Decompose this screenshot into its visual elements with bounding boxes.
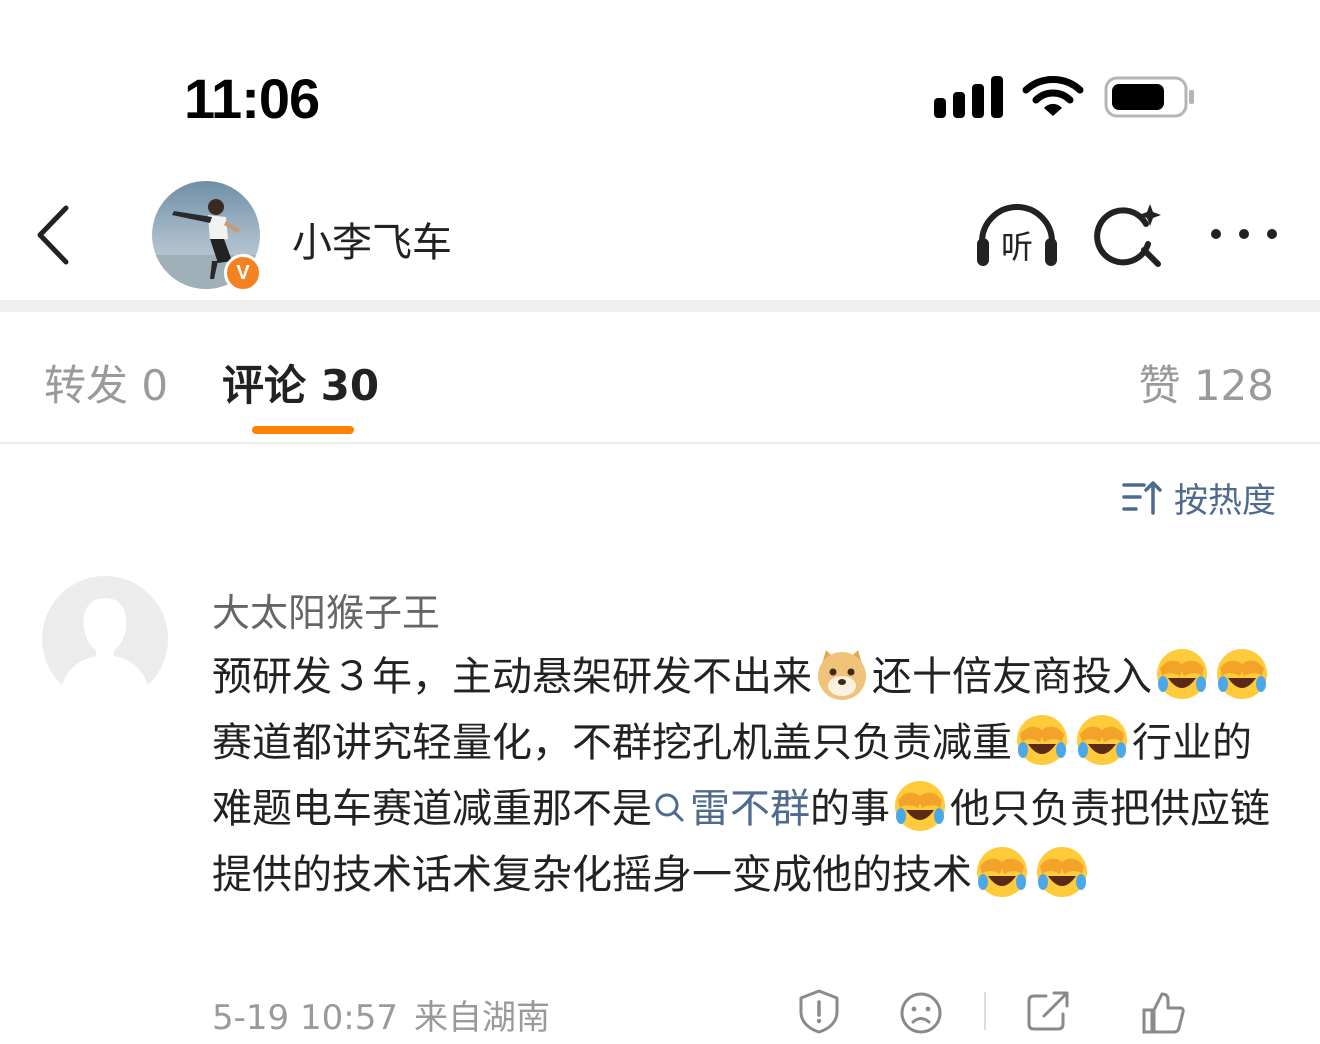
top-navigation: V 小李飞车 听 — [0, 170, 1320, 300]
topic-search-link[interactable]: 雷不群 — [652, 786, 810, 832]
search-ai-icon[interactable] — [1094, 200, 1166, 272]
comment-text: 预研发３年，主动悬架研发不出来 还十倍友商投入 赛道都讲究轻量化，不群挖孔机盖只… — [212, 644, 1272, 908]
like-icon[interactable] — [1140, 990, 1188, 1036]
section-divider — [0, 300, 1320, 312]
laugh-cry-emoji — [1017, 715, 1067, 765]
report-icon[interactable] — [796, 988, 842, 1034]
sort-icon — [1122, 481, 1162, 515]
tabs-divider — [0, 442, 1320, 444]
tab-comments-label: 评论 — [222, 361, 307, 410]
topic-search-link-text: 雷不群 — [690, 786, 810, 832]
sort-label: 按热度 — [1174, 480, 1276, 521]
doge-emoji — [818, 650, 866, 700]
laugh-cry-emoji — [1217, 649, 1267, 699]
status-bar: 11:06 — [0, 0, 1320, 150]
tab-likes-count: 128 — [1193, 361, 1274, 410]
tab-comments[interactable]: 评论 30 — [222, 352, 379, 413]
tab-comments-count: 30 — [320, 361, 380, 410]
action-divider — [984, 992, 986, 1030]
commenter-name[interactable]: 大太阳猴子王 — [212, 582, 440, 637]
default-avatar-icon — [58, 598, 152, 702]
tab-repost[interactable]: 转发 0 — [44, 352, 168, 413]
sort-by-hot-button[interactable]: 按热度 — [1122, 472, 1276, 522]
battery-icon — [1104, 76, 1194, 118]
active-tab-indicator — [252, 426, 354, 434]
tab-likes[interactable]: 赞 128 — [1138, 352, 1274, 413]
listen-icon[interactable]: 听 — [972, 198, 1062, 270]
comment-meta: 5-19 10:57 来自湖南 — [212, 990, 550, 1039]
laugh-cry-emoji — [977, 847, 1027, 897]
wifi-icon — [1022, 76, 1084, 116]
dislike-icon[interactable] — [898, 990, 944, 1036]
verified-badge: V — [224, 254, 262, 292]
comment-tabs: 转发 0 评论 30 赞 128 — [0, 312, 1320, 442]
laugh-cry-emoji — [1077, 715, 1127, 765]
comment-text-part: 的事 — [810, 786, 890, 832]
comment-text-part: 赛道都讲究轻量化，不群挖孔机盖只负责减重 — [212, 720, 1012, 766]
commenter-avatar[interactable] — [42, 576, 168, 702]
comment-date: 5-19 10:57 — [212, 998, 398, 1038]
chevron-left-icon[interactable] — [30, 202, 80, 268]
tab-repost-label: 转发 — [44, 361, 129, 410]
laugh-cry-emoji — [895, 781, 945, 831]
comment-location: 来自湖南 — [413, 998, 550, 1038]
user-name[interactable]: 小李飞车 — [292, 210, 452, 268]
share-icon[interactable] — [1024, 988, 1072, 1034]
more-icon[interactable] — [1208, 222, 1280, 246]
status-time: 11:06 — [184, 67, 320, 130]
cellular-signal-icon — [934, 76, 1003, 118]
listen-label: 听 — [1001, 228, 1033, 266]
search-icon — [655, 793, 684, 822]
tab-likes-label: 赞 — [1138, 361, 1181, 410]
tab-repost-count: 0 — [141, 361, 169, 410]
laugh-cry-emoji — [1037, 847, 1087, 897]
laugh-cry-emoji — [1157, 649, 1207, 699]
comment-text-part: 预研发３年，主动悬架研发不出来 — [212, 654, 812, 700]
comment-text-part: 还十倍友商投入 — [872, 654, 1152, 700]
